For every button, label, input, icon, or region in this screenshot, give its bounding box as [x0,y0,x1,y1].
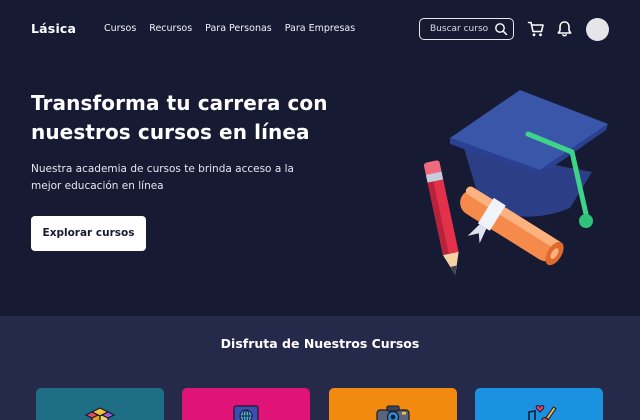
hero-subtext-line2: mejor educación en línea [31,180,164,192]
cart-icon[interactable] [527,20,545,38]
nav-link-cursos[interactable]: Cursos [104,23,136,34]
top-nav: Lásica Cursos Recursos Para Personas Par… [0,0,640,58]
course-card-4[interactable] [475,388,603,420]
brand-logo[interactable]: Lásica [31,21,76,36]
hero-subtext-line1: Nuestra academia de cursos te brinda acc… [31,163,294,175]
hero-section: Lásica Cursos Recursos Para Personas Par… [0,0,640,316]
search-placeholder: Buscar curso [430,24,489,34]
avatar[interactable] [586,18,609,41]
course-card-2[interactable] [182,388,310,420]
cubes-icon [84,407,116,420]
camera-icon [376,405,410,420]
search-icon[interactable] [494,22,508,36]
courses-section-title: Disfruta de Nuestros Cursos [220,336,420,351]
nav-link-para-empresas[interactable]: Para Empresas [285,23,355,34]
hero-headline: Transforma tu carrera con nuestros curso… [31,89,351,147]
bell-icon[interactable] [556,20,573,38]
music-note-heart-icon [528,405,557,420]
graduation-cap-icon [423,90,608,276]
globe-book-icon [233,405,259,420]
hero-subtext: Nuestra academia de cursos te brinda acc… [31,161,341,195]
search-input[interactable]: Buscar curso [419,18,514,40]
explore-courses-button[interactable]: Explorar cursos [31,216,146,251]
nav-link-recursos[interactable]: Recursos [149,23,192,34]
nav-link-para-personas[interactable]: Para Personas [205,23,272,34]
hero-headline-line1: Transforma tu carrera con [31,91,328,115]
nav-links: Cursos Recursos Para Personas Para Empre… [104,23,368,34]
hero-headline-line2: nuestros cursos en línea [31,120,310,144]
course-card-1[interactable] [36,388,164,420]
course-card-3[interactable] [329,388,457,420]
